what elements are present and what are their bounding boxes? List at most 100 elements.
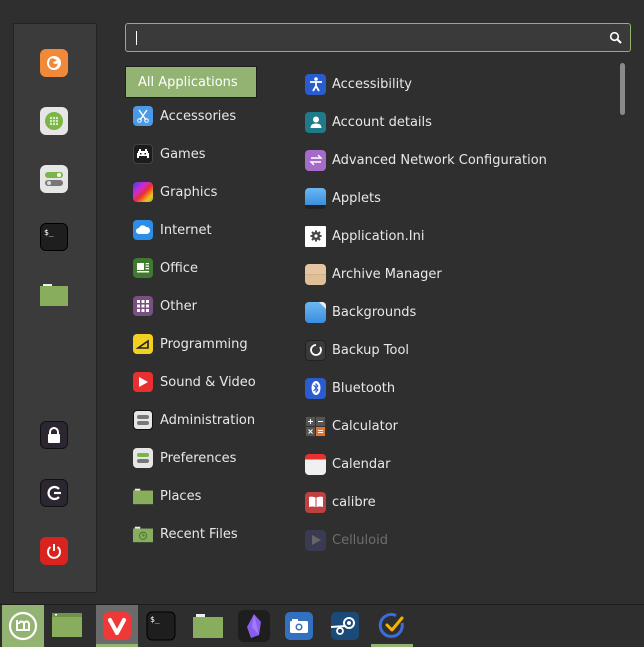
category-accessories[interactable]: Accessories: [125, 100, 287, 132]
applets-icon: [305, 187, 326, 209]
folder-icon: [39, 282, 69, 308]
app-advanced-network-configuration[interactable]: Advanced Network Configuration: [305, 144, 615, 176]
category-label: Preferences: [160, 450, 237, 466]
programming-icon: [133, 334, 153, 354]
taskbar-menu-button[interactable]: [2, 605, 44, 647]
system-settings-icon: [43, 168, 65, 190]
app-label: calibre: [332, 494, 376, 510]
logout-icon: [45, 484, 63, 502]
steam-icon: [330, 611, 360, 641]
favorite-software-manager[interactable]: [40, 107, 68, 135]
favorite-terminal[interactable]: $_: [40, 223, 68, 251]
user-icon: [305, 111, 326, 133]
category-label: Games: [160, 146, 206, 162]
app-label: Application.Ini: [332, 228, 425, 244]
category-label: Office: [160, 260, 198, 276]
camera-icon: [284, 611, 314, 641]
accessibility-icon: [305, 73, 326, 95]
graphics-icon: [133, 182, 153, 202]
software-manager-icon: [43, 110, 65, 132]
app-backup-tool[interactable]: Backup Tool: [305, 334, 615, 366]
taskbar-obsidian[interactable]: [233, 605, 275, 647]
category-office[interactable]: Office: [125, 252, 287, 284]
app-calibre[interactable]: calibre: [305, 486, 615, 518]
category-preferences[interactable]: Preferences: [125, 442, 287, 474]
calendar-icon: [305, 453, 326, 475]
svg-text:$_: $_: [44, 228, 54, 237]
category-label: Internet: [160, 222, 212, 238]
power-icon: [45, 542, 63, 560]
app-applets[interactable]: Applets: [305, 182, 615, 214]
app-bluetooth[interactable]: Bluetooth: [305, 372, 615, 404]
taskbar-terminal[interactable]: $_: [140, 605, 182, 647]
favorite-files[interactable]: [40, 281, 68, 309]
recent-folder-icon: [133, 524, 153, 544]
cloud-icon: [133, 220, 153, 240]
firefox-icon: [44, 53, 64, 73]
terminal-icon: $_: [146, 611, 176, 641]
category-label: All Applications: [138, 74, 238, 90]
quit-button[interactable]: [40, 537, 68, 565]
toggles-icon: [133, 410, 153, 430]
category-recent-files[interactable]: Recent Files: [125, 518, 287, 550]
category-administration[interactable]: Administration: [125, 404, 287, 436]
category-other[interactable]: Other: [125, 290, 287, 322]
search-box[interactable]: [125, 23, 631, 52]
office-icon: [133, 258, 153, 278]
app-celluloid[interactable]: Celluloid: [305, 524, 615, 556]
lock-screen-button[interactable]: [40, 421, 68, 449]
app-archive-manager[interactable]: Archive Manager: [305, 258, 615, 290]
network-icon: [305, 149, 326, 171]
category-graphics[interactable]: Graphics: [125, 176, 287, 208]
book-icon: [305, 491, 326, 513]
app-calendar[interactable]: Calendar: [305, 448, 615, 480]
category-all-applications[interactable]: All Applications: [125, 66, 257, 98]
taskbar-files[interactable]: [187, 605, 229, 647]
app-label: Backup Tool: [332, 342, 410, 358]
backgrounds-icon: [305, 301, 326, 323]
favorite-system-settings[interactable]: [40, 165, 68, 193]
grid-icon: [133, 296, 153, 316]
app-account-details[interactable]: Account details: [305, 106, 615, 138]
celluloid-icon: [305, 529, 326, 551]
taskbar-tasks[interactable]: [371, 605, 413, 647]
logout-button[interactable]: [40, 479, 68, 507]
app-backgrounds[interactable]: Backgrounds: [305, 296, 615, 328]
app-label: Accessibility: [332, 76, 412, 92]
category-internet[interactable]: Internet: [125, 214, 287, 246]
favorites-sidebar: $_: [13, 23, 97, 593]
desktop-icon: [52, 613, 82, 639]
obsidian-icon: [238, 610, 270, 642]
app-label: Applets: [332, 190, 381, 206]
taskbar-show-desktop[interactable]: [46, 605, 88, 647]
tasks-icon: [377, 611, 407, 641]
category-sound-video[interactable]: Sound & Video: [125, 366, 287, 398]
play-icon: [133, 372, 153, 392]
category-games[interactable]: Games: [125, 138, 287, 170]
app-label: Backgrounds: [332, 304, 417, 320]
search-input[interactable]: [134, 27, 608, 50]
app-label: Bluetooth: [332, 380, 396, 396]
category-label: Other: [160, 298, 197, 314]
app-application-ini[interactable]: Application.Ini: [305, 220, 615, 252]
taskbar-vivaldi[interactable]: [96, 605, 138, 647]
app-list-scrollbar[interactable]: [620, 63, 625, 115]
app-calculator[interactable]: Calculator: [305, 410, 615, 442]
favorite-firefox[interactable]: [40, 49, 68, 77]
bluetooth-icon: [305, 377, 326, 399]
search-icon[interactable]: [609, 31, 623, 45]
folder-icon: [133, 486, 153, 506]
taskbar-screenshot[interactable]: [278, 605, 320, 647]
scissors-icon: [133, 106, 153, 126]
invader-icon: [133, 144, 153, 164]
text-cursor: [136, 31, 137, 45]
category-programming[interactable]: Programming: [125, 328, 287, 360]
app-label: Calculator: [332, 418, 399, 434]
category-label: Recent Files: [160, 526, 238, 542]
category-label: Places: [160, 488, 202, 504]
taskbar-steam[interactable]: [324, 605, 366, 647]
mint-logo-icon: [7, 610, 39, 642]
category-places[interactable]: Places: [125, 480, 287, 512]
preferences-icon: [133, 448, 153, 468]
app-accessibility[interactable]: Accessibility: [305, 68, 615, 100]
